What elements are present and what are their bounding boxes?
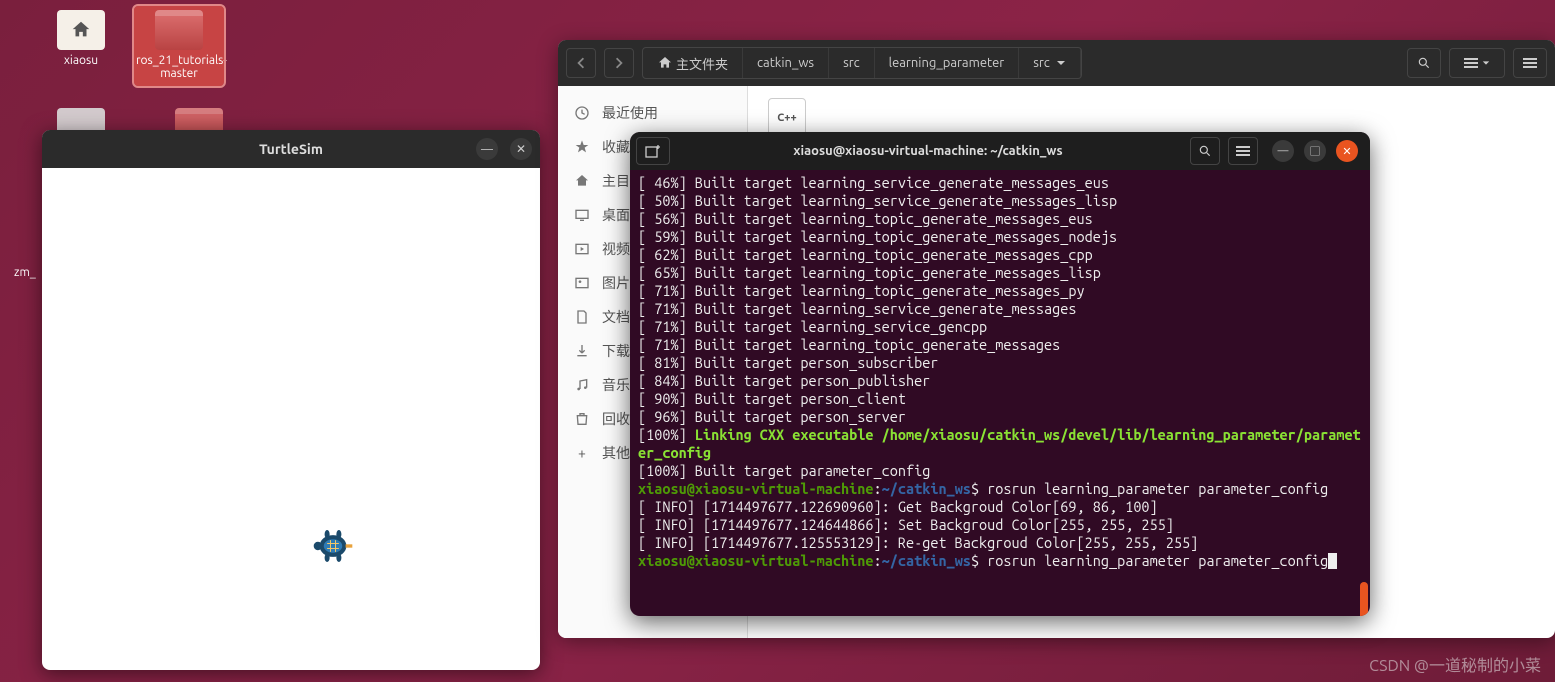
view-options-button[interactable] [1449,48,1505,78]
home-folder-icon [57,10,105,50]
breadcrumb-seg[interactable]: src [1019,48,1081,78]
nav-forward-button[interactable] [604,48,634,78]
terminal-menu-button[interactable] [1228,137,1258,165]
breadcrumb-home[interactable]: 主文件夹 [643,48,743,78]
folder-icon [155,10,203,50]
terminal-titlebar[interactable]: xiaosu@xiaosu-virtual-machine: ~/catkin_… [630,132,1370,170]
turtle-sprite [312,525,354,567]
terminal-window: xiaosu@xiaosu-virtual-machine: ~/catkin_… [630,132,1370,616]
minimize-button[interactable]: — [476,138,498,160]
terminal-title: xiaosu@xiaosu-virtual-machine: ~/catkin_… [674,144,1182,158]
breadcrumb-seg[interactable]: src [829,48,875,78]
breadcrumb-seg[interactable]: catkin_ws [743,48,829,78]
terminal-body[interactable]: [ 46%] Built target learning_service_gen… [630,170,1370,616]
terminal-scrollbar[interactable] [1360,582,1368,616]
search-button[interactable] [1407,48,1441,78]
desktop-text: zm_ [14,266,36,279]
filemanager-header: 主文件夹 catkin_ws src learning_parameter sr… [558,40,1555,86]
menu-button[interactable] [1513,48,1547,78]
desktop-icon-home[interactable]: xiaosu [36,10,126,67]
watermark: CSDN @一道秘制的小菜 [1369,652,1541,676]
turtlesim-titlebar[interactable]: TurtleSim — ✕ [42,130,540,168]
new-tab-button[interactable] [636,137,670,165]
terminal-search-button[interactable] [1190,137,1220,165]
desktop-icon-label: xiaosu [36,54,126,67]
close-button[interactable]: ✕ [510,138,532,160]
desktop-icon-folder-selected[interactable]: ros_21_tutorials-master [134,6,224,86]
turtlesim-window: TurtleSim — ✕ [42,130,540,670]
nav-back-button[interactable] [566,48,596,78]
breadcrumb: 主文件夹 catkin_ws src learning_parameter sr… [642,47,1082,79]
desktop-icon-label: ros_21_tutorials-master [136,54,222,80]
minimize-button[interactable]: — [1272,140,1294,162]
turtlesim-title: TurtleSim [259,141,323,157]
close-button[interactable]: ✕ [1336,140,1358,162]
sidebar-item-recent[interactable]: 最近使用 [558,96,747,130]
maximize-button[interactable]: □ [1304,140,1326,162]
breadcrumb-seg[interactable]: learning_parameter [875,48,1020,78]
